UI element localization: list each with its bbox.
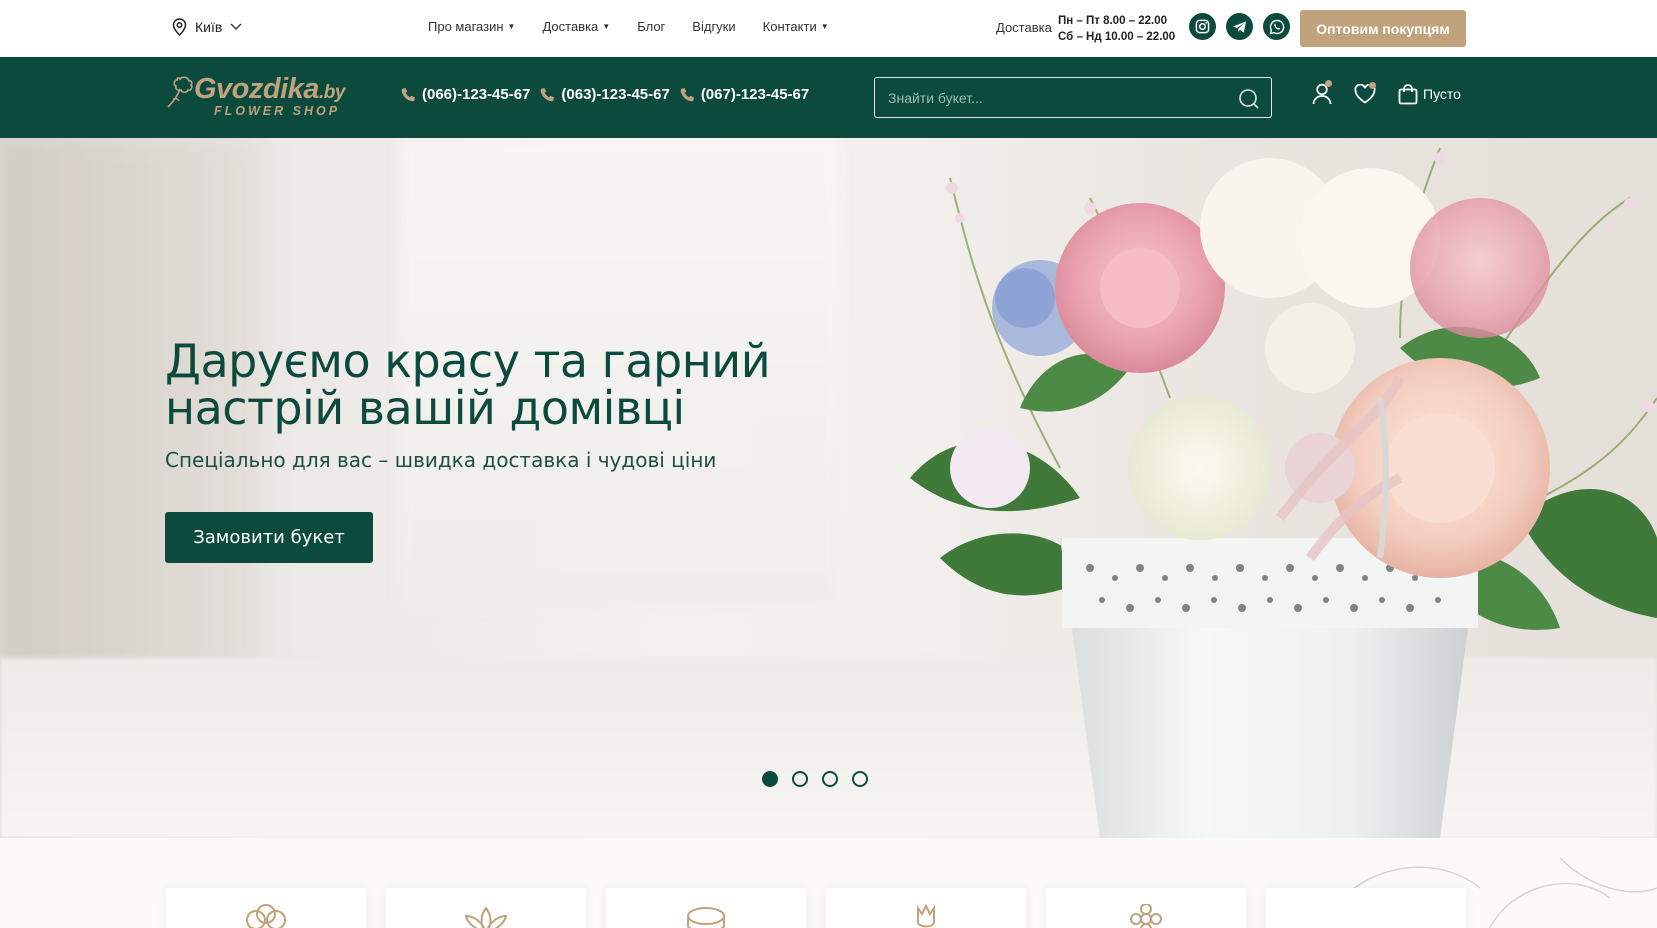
category-card[interactable] — [1046, 888, 1246, 928]
slide-dot[interactable] — [762, 771, 778, 787]
hero-title-line: Даруємо красу та гарний — [165, 334, 771, 388]
nav-item-reviews[interactable]: Відгуки — [692, 19, 735, 34]
whatsapp-icon — [1268, 19, 1284, 35]
top-bar: Київ Про магазин ▼ Доставка ▼ Блог Відгуки… — [0, 0, 1657, 57]
main-header: Gvozdika.by FLOWER SHOP (066)-123-45-67 … — [0, 57, 1657, 138]
cart-label: Пусто — [1423, 86, 1461, 102]
wholesale-button[interactable]: Оптовим покупцям — [1300, 10, 1466, 47]
search-icon[interactable] — [1238, 88, 1259, 109]
instagram-link[interactable] — [1189, 13, 1216, 40]
order-bouquet-button[interactable]: Замовити букет — [165, 512, 373, 563]
hours-weekend: Сб – Нд 10.00 – 22.00 — [1058, 31, 1176, 43]
phone-link[interactable]: (067)-123-45-67 — [679, 86, 809, 103]
phone-list: (066)-123-45-67 (063)-123-45-67 (067)-12… — [400, 86, 809, 103]
nav-item-label: Про магазин — [428, 19, 504, 34]
logo[interactable]: Gvozdika.by FLOWER SHOP — [166, 71, 376, 123]
category-section — [0, 838, 1657, 928]
flower-box-icon — [687, 907, 725, 928]
slide-dot[interactable] — [852, 771, 868, 787]
notification-dot — [1325, 80, 1332, 87]
working-hours: Пн – Пт 8.00 – 22.00 Сб – Нд 10.00 – 22.… — [1058, 13, 1175, 45]
nav-item-about[interactable]: Про магазин ▼ — [428, 19, 515, 34]
phone-link[interactable]: (063)-123-45-67 — [539, 86, 670, 103]
nav-item-blog[interactable]: Блог — [637, 19, 665, 34]
delivery-label: Доставка — [996, 20, 1052, 35]
category-card[interactable] — [166, 888, 366, 928]
nav-item-label: Відгуки — [692, 19, 736, 34]
chevron-down-icon — [230, 23, 242, 30]
city-selector[interactable]: Київ — [172, 18, 242, 36]
lotus-icon — [464, 906, 508, 928]
hero-subtitle: Спеціально для вас – швидка доставка і ч… — [165, 448, 717, 472]
nav-item-label: Доставка — [542, 19, 599, 34]
nav-item-label: Блог — [637, 19, 666, 34]
daisy-icon — [1130, 904, 1162, 928]
slider-pagination — [762, 771, 868, 787]
hours-weekdays: Пн – Пт 8.00 – 22.00 — [1058, 15, 1168, 27]
category-card[interactable] — [606, 888, 806, 928]
roses-icon — [246, 904, 286, 928]
logo-brand: Gvozdika.by — [194, 73, 345, 106]
logo-domain: .by — [318, 82, 345, 103]
search-input[interactable] — [875, 78, 1271, 117]
phone-link[interactable]: (066)-123-45-67 — [400, 86, 530, 103]
header-actions: Пусто — [1312, 80, 1461, 105]
phone-number: (066)-123-45-67 — [422, 86, 531, 103]
caret-down-icon: ▼ — [820, 22, 829, 31]
caret-down-icon: ▼ — [602, 22, 611, 31]
category-card[interactable] — [1266, 888, 1466, 928]
telegram-icon — [1232, 20, 1247, 33]
slide-dot[interactable] — [792, 771, 808, 787]
flower-vase-image — [910, 147, 1657, 838]
nav-item-label: Контакти — [762, 19, 817, 34]
logo-tagline: FLOWER SHOP — [214, 104, 341, 118]
wishlist-button[interactable] — [1354, 82, 1376, 104]
cart-button[interactable]: Пусто — [1398, 83, 1461, 105]
carnation-logo-icon — [167, 76, 193, 108]
nav-item-contacts[interactable]: Контакти ▼ — [763, 19, 829, 34]
instagram-icon — [1195, 19, 1210, 34]
phone-number: (067)-123-45-67 — [700, 86, 810, 103]
whatsapp-link[interactable] — [1263, 13, 1290, 40]
city-name: Київ — [195, 19, 223, 35]
category-card[interactable] — [826, 888, 1026, 928]
nav-item-delivery[interactable]: Доставка ▼ — [542, 19, 610, 34]
caret-down-icon: ▼ — [507, 22, 516, 31]
tulip-icon — [917, 904, 935, 928]
slide-dot[interactable] — [822, 771, 838, 787]
location-pin-icon — [172, 18, 187, 36]
notification-dot — [1369, 82, 1376, 89]
account-button[interactable] — [1312, 80, 1332, 105]
phone-icon — [541, 87, 555, 101]
hero-title-line: настрій вашій домівці — [165, 381, 685, 435]
phone-icon — [401, 87, 415, 101]
main-nav: Про магазин ▼ Доставка ▼ Блог Відгуки Конт… — [428, 19, 829, 34]
category-card[interactable] — [386, 888, 586, 928]
social-links — [1189, 13, 1290, 40]
telegram-link[interactable] — [1226, 13, 1253, 40]
logo-brand-name: Gvozdika — [194, 73, 319, 105]
shopping-bag-icon — [1398, 83, 1418, 104]
phone-icon — [680, 87, 694, 101]
phone-number: (063)-123-45-67 — [561, 86, 670, 103]
search-box — [874, 77, 1272, 118]
hero-title: Даруємо красу та гарний настрій вашій до… — [165, 338, 865, 432]
